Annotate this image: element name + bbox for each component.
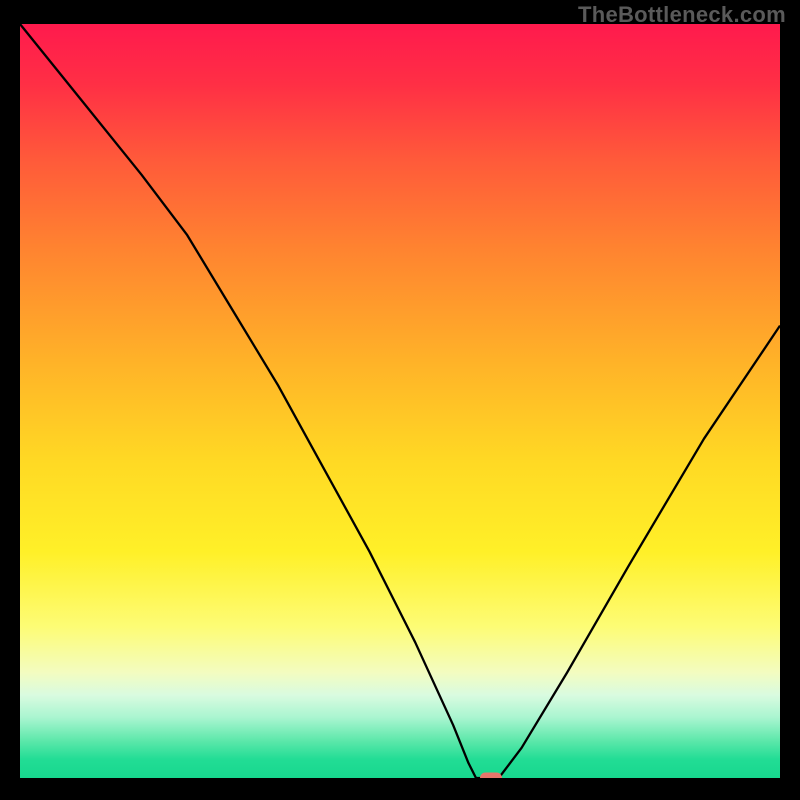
minimum-marker [480, 773, 502, 779]
chart-frame: TheBottleneck.com [0, 0, 800, 800]
watermark-text: TheBottleneck.com [578, 2, 786, 28]
plot-area [20, 24, 780, 778]
bottleneck-curve [20, 24, 780, 778]
